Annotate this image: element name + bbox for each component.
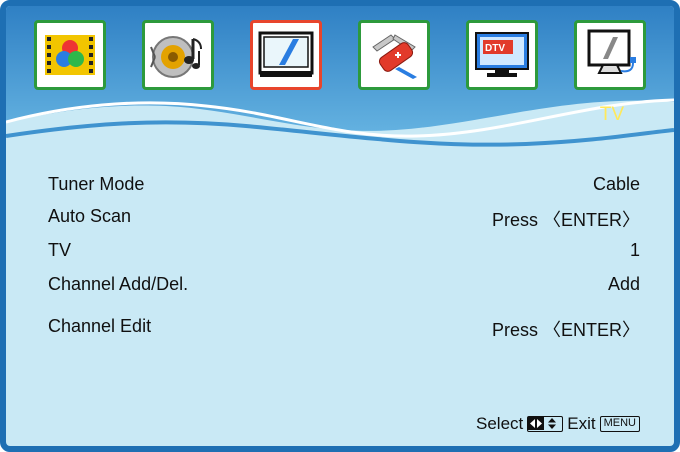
menu-item-value: Press 〈ENTER〉: [491, 320, 640, 340]
exit-hint-label: Exit: [567, 414, 596, 433]
menu-item-value: Cable: [592, 174, 640, 194]
tab-pc[interactable]: [574, 20, 646, 90]
dtv-icon: DTV: [475, 32, 529, 77]
menu-item-value: Press 〈ENTER〉: [491, 210, 640, 230]
pc-monitor-icon: [587, 29, 636, 74]
menu-item-value: 1: [629, 240, 640, 260]
menu-item-label: Auto Scan: [48, 206, 132, 226]
select-hint-label: Select: [476, 414, 524, 433]
tab-setup[interactable]: [358, 20, 430, 90]
menu-item-label: Channel Edit: [48, 316, 152, 336]
settings-tools-icon: [372, 34, 417, 79]
section-title: TV: [599, 104, 624, 125]
header-band: DTV TV: [6, 6, 674, 156]
menu-row-tuner-mode[interactable]: Tuner Mode Cable: [48, 174, 640, 202]
menu-row-auto-scan[interactable]: Auto Scan Press 〈ENTER〉: [48, 206, 640, 234]
footer-hints: Select Exit MENU: [476, 414, 640, 434]
menu-tab-bar: DTV: [34, 20, 654, 94]
menu-key-icon: MENU: [599, 416, 640, 432]
menu-item-value: Add: [607, 274, 640, 294]
menu-item-label: Channel Add/Del.: [48, 274, 189, 294]
svg-text:DTV: DTV: [485, 43, 505, 54]
menu-item-label: TV: [48, 240, 72, 260]
menu-item-label: Tuner Mode: [48, 174, 145, 194]
menu-row-channel-edit[interactable]: Channel Edit Press 〈ENTER〉: [48, 316, 640, 344]
osd-menu-window: DTV TV Tuner Mode Cable Auto Scan Press …: [0, 0, 680, 452]
tab-dtv[interactable]: DTV: [466, 20, 538, 90]
tab-picture[interactable]: [34, 20, 106, 90]
sound-icon: [150, 36, 202, 78]
tv-icon: [258, 31, 314, 77]
tab-tv[interactable]: [250, 20, 322, 90]
menu-row-channel-add-del[interactable]: Channel Add/Del. Add: [48, 274, 640, 302]
tab-sound[interactable]: [142, 20, 214, 90]
arrow-keys-icon: [527, 416, 564, 432]
picture-icon: [45, 35, 95, 75]
menu-row-tv[interactable]: TV 1: [48, 240, 640, 268]
